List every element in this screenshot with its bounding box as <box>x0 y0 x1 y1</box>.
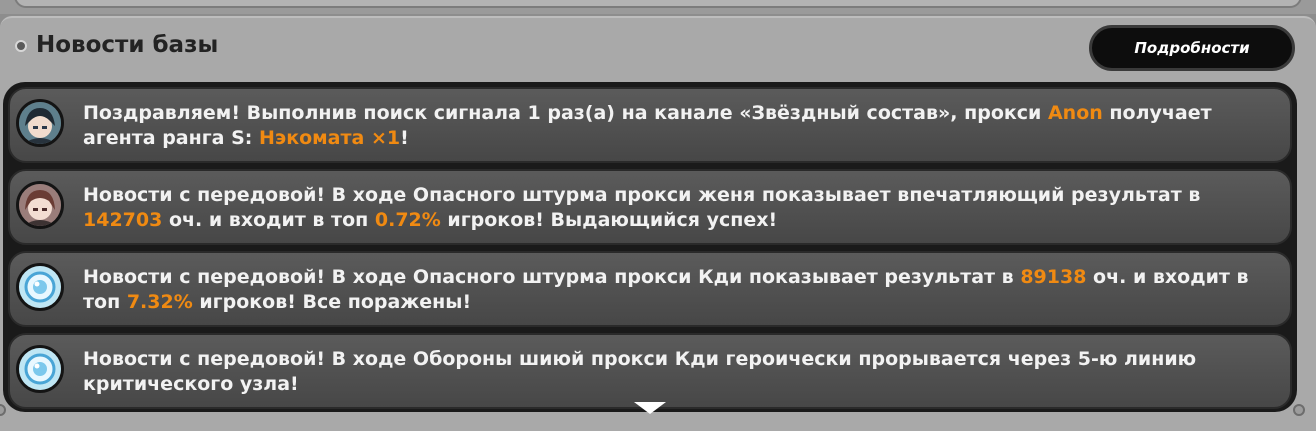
news-item[interactable]: Новости с передовой! В ходе Обороны шиюй… <box>8 333 1292 409</box>
percent-highlight: 0.72% <box>374 209 441 231</box>
score-highlight: 142703 <box>83 209 163 231</box>
brown-haired-girl-avatar <box>16 181 64 229</box>
news-text-part: ! <box>400 127 409 149</box>
news-item[interactable]: Поздравляем! Выполнив поиск сигнала 1 ра… <box>8 87 1292 163</box>
bullet-icon <box>15 40 27 52</box>
news-feed[interactable]: Поздравляем! Выполнив поиск сигнала 1 ра… <box>3 82 1297 412</box>
news-text-part: Новости с передовой! В ходе Обороны шиюй… <box>83 348 1197 395</box>
player-name-highlight: Anon <box>1047 102 1103 124</box>
news-text-part: игроков! Все поражены! <box>192 291 472 313</box>
agent-name-highlight: Нэкомата ×1 <box>259 127 401 149</box>
news-header: Новости базы Подробности <box>0 18 1316 78</box>
news-text-part: Поздравляем! Выполнив поиск сигнала 1 ра… <box>83 102 1048 124</box>
details-button[interactable]: Подробности <box>1089 25 1295 71</box>
default-blue-avatar <box>16 345 64 393</box>
news-item[interactable]: Новости с передовой! В ходе Опасного шту… <box>8 251 1292 327</box>
page-title: Новости базы <box>36 32 219 58</box>
top-panel-edge <box>14 0 1302 8</box>
news-text-part: игроков! Выдающийся успех! <box>440 209 778 231</box>
news-text: Новости с передовой! В ходе Опасного шту… <box>83 183 1263 233</box>
details-button-label: Подробности <box>1134 39 1250 57</box>
top-strip <box>0 0 1316 14</box>
score-highlight: 89138 <box>1020 266 1087 288</box>
dark-haired-girl-avatar <box>16 99 64 147</box>
news-text-part: Новости с передовой! В ходе Опасного шту… <box>83 184 1201 206</box>
scroll-down-icon[interactable] <box>634 402 666 414</box>
news-text: Новости с передовой! В ходе Обороны шиюй… <box>83 347 1263 397</box>
default-blue-avatar <box>16 263 64 311</box>
news-text-part: оч. и входит в топ <box>162 209 375 231</box>
percent-highlight: 7.32% <box>126 291 193 313</box>
news-text: Новости с передовой! В ходе Опасного шту… <box>83 265 1263 315</box>
news-text: Поздравляем! Выполнив поиск сигнала 1 ра… <box>83 101 1263 151</box>
news-item[interactable]: Новости с передовой! В ходе Опасного шту… <box>8 169 1292 245</box>
news-list: Поздравляем! Выполнив поиск сигнала 1 ра… <box>8 87 1292 412</box>
news-text-part: Новости с передовой! В ходе Опасного шту… <box>83 266 1021 288</box>
bolt-icon <box>1293 404 1305 416</box>
